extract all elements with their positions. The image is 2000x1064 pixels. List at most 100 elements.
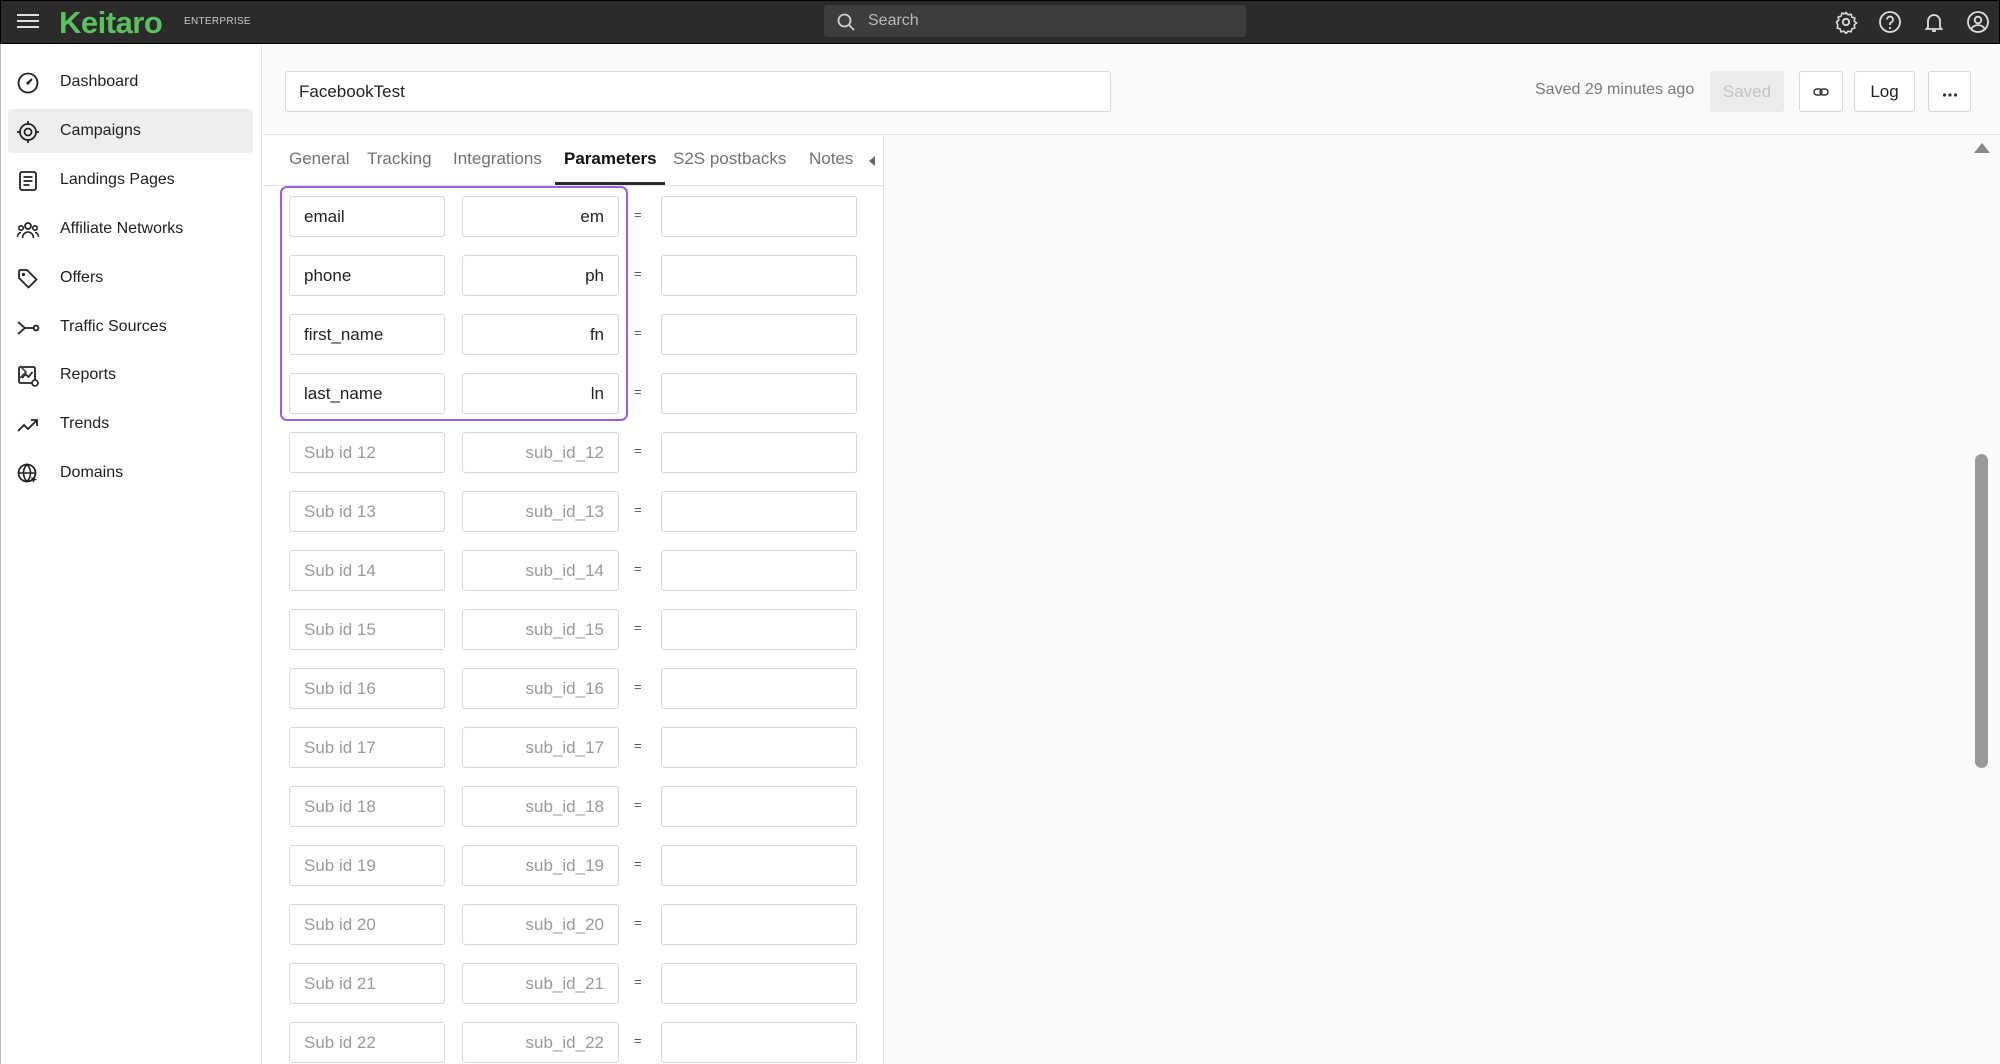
parameter-alias-input[interactable]: [462, 609, 619, 650]
saved-button[interactable]: Saved: [1710, 71, 1784, 112]
parameter-alias-input[interactable]: [462, 786, 619, 827]
parameter-row: =: [289, 196, 859, 237]
parameter-alias-input[interactable]: [462, 1022, 619, 1063]
parameter-name-input[interactable]: [289, 609, 445, 650]
parameter-alias-input[interactable]: [462, 963, 619, 1004]
help-icon[interactable]: [1878, 10, 1902, 34]
log-button[interactable]: Log: [1854, 71, 1915, 112]
brand-logo[interactable]: Keitaro: [59, 5, 163, 41]
more-icon: [1942, 92, 1957, 97]
parameter-name-input[interactable]: [289, 963, 445, 1004]
equals-sign: =: [634, 797, 642, 812]
parameter-value-input[interactable]: [661, 196, 857, 237]
tab-s2s-postbacks[interactable]: S2S postbacks: [673, 149, 786, 169]
parameter-alias-input[interactable]: [462, 314, 619, 355]
sidebar-item-dashboard[interactable]: Dashboard: [8, 60, 253, 104]
parameter-value-input[interactable]: [661, 255, 857, 296]
parameter-alias-input[interactable]: [462, 904, 619, 945]
parameter-alias-input[interactable]: [462, 727, 619, 768]
sidebar-item-label: Reports: [60, 366, 117, 383]
search-input[interactable]: [868, 5, 1228, 37]
bell-icon[interactable]: [1922, 10, 1946, 34]
menu-icon[interactable]: [16, 10, 40, 34]
parameter-value-input[interactable]: [661, 491, 857, 532]
parameter-alias-input[interactable]: [462, 550, 619, 591]
scrollbar-thumb[interactable]: [1975, 454, 1988, 768]
gear-icon[interactable]: [1834, 10, 1858, 35]
user-icon[interactable]: [1966, 10, 1990, 34]
parameter-value-input[interactable]: [661, 963, 857, 1004]
target-icon: [17, 121, 39, 143]
saved-status: Saved 29 minutes ago: [1535, 81, 1695, 98]
parameter-value-input[interactable]: [661, 786, 857, 827]
tabs-scroll-left-icon[interactable]: [869, 156, 875, 166]
parameter-alias-input[interactable]: [462, 432, 619, 473]
parameter-alias-input[interactable]: [462, 668, 619, 709]
parameter-name-input[interactable]: [289, 196, 445, 237]
campaign-name-input[interactable]: [285, 71, 1111, 112]
parameter-name-input[interactable]: [289, 1022, 445, 1063]
parameter-value-input[interactable]: [661, 609, 857, 650]
equals-sign: =: [634, 561, 642, 576]
parameter-value-input[interactable]: [661, 1022, 857, 1063]
globe-icon: [17, 463, 37, 483]
top-bar: Keitaro ENTERPRISE: [0, 0, 2000, 44]
parameter-name-input[interactable]: [289, 668, 445, 709]
parameter-name-input[interactable]: [289, 314, 445, 355]
equals-sign: =: [634, 620, 642, 635]
copy-link-button[interactable]: [1799, 71, 1843, 112]
tab-general[interactable]: General: [289, 149, 349, 169]
sidebar-item-landing-pages[interactable]: Landings Pages: [8, 158, 253, 202]
sidebar: Dashboard Campaigns Landings Pages Affil…: [0, 44, 262, 1064]
scroll-up-arrow-icon[interactable]: [1974, 143, 1990, 153]
parameter-name-input[interactable]: [289, 786, 445, 827]
sidebar-item-trends[interactable]: Trends: [8, 402, 253, 446]
parameter-value-input[interactable]: [661, 550, 857, 591]
parameter-name-input[interactable]: [289, 255, 445, 296]
search-icon: [837, 13, 855, 31]
parameter-value-input[interactable]: [661, 432, 857, 473]
parameter-value-input[interactable]: [661, 904, 857, 945]
parameter-name-input[interactable]: [289, 432, 445, 473]
parameter-alias-input[interactable]: [462, 255, 619, 296]
search-box[interactable]: [824, 5, 1246, 37]
equals-sign: =: [634, 915, 642, 930]
parameter-name-input[interactable]: [289, 491, 445, 532]
more-button[interactable]: [1928, 71, 1971, 112]
parameter-row: =: [289, 550, 859, 591]
sidebar-item-offers[interactable]: Offers: [8, 256, 253, 300]
tab-notes[interactable]: Notes: [809, 149, 853, 169]
parameter-alias-input[interactable]: [462, 373, 619, 414]
sidebar-item-campaigns[interactable]: Campaigns: [8, 109, 253, 153]
parameter-value-input[interactable]: [661, 373, 857, 414]
parameter-row: =: [289, 786, 859, 827]
parameter-row: =: [289, 314, 859, 355]
parameter-name-input[interactable]: [289, 904, 445, 945]
sidebar-item-domains[interactable]: Domains: [8, 451, 253, 495]
chevron-right-icon: [19, 365, 28, 379]
page-icon: [19, 171, 37, 191]
parameter-row: =: [289, 373, 859, 414]
parameter-value-input[interactable]: [661, 845, 857, 886]
parameter-name-input[interactable]: [289, 727, 445, 768]
trend-icon: [17, 419, 38, 432]
parameter-name-input[interactable]: [289, 373, 445, 414]
tab-integrations[interactable]: Integrations: [453, 149, 542, 169]
brand-edition: ENTERPRISE: [184, 16, 251, 27]
parameter-value-input[interactable]: [661, 668, 857, 709]
sidebar-item-label: Offers: [60, 269, 104, 286]
parameter-alias-input[interactable]: [462, 845, 619, 886]
equals-sign: =: [634, 1033, 642, 1048]
parameter-alias-input[interactable]: [462, 196, 619, 237]
parameter-value-input[interactable]: [661, 314, 857, 355]
parameter-name-input[interactable]: [289, 550, 445, 591]
tab-tracking[interactable]: Tracking: [367, 149, 432, 169]
route-icon: [17, 321, 40, 335]
sidebar-item-traffic-sources[interactable]: Traffic Sources: [8, 305, 253, 349]
parameter-alias-input[interactable]: [462, 491, 619, 532]
parameter-name-input[interactable]: [289, 845, 445, 886]
tab-parameters[interactable]: Parameters: [564, 149, 657, 169]
sidebar-item-affiliate-networks[interactable]: Affiliate Networks: [8, 207, 253, 251]
parameter-value-input[interactable]: [661, 727, 857, 768]
sidebar-item-reports[interactable]: Reports: [8, 353, 253, 397]
